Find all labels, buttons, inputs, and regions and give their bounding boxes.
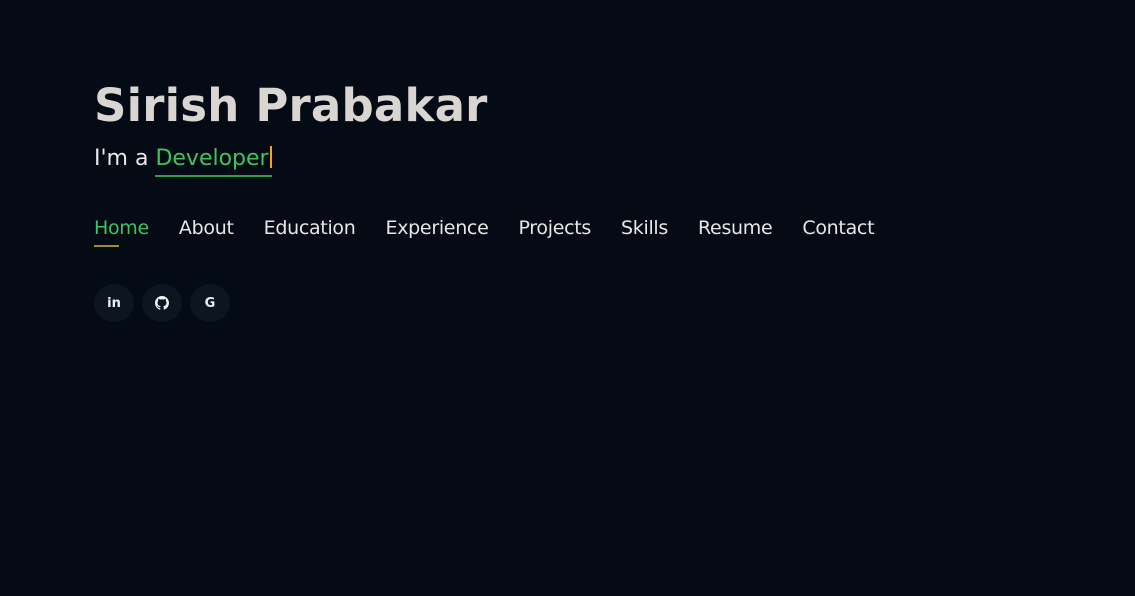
linkedin-button[interactable]: in: [94, 284, 134, 322]
nav-home[interactable]: Home: [94, 214, 149, 247]
github-icon: [155, 296, 169, 310]
nav-contact[interactable]: Contact: [802, 214, 874, 242]
hero: Sirish Prabakar I'm a Developer: [94, 76, 488, 177]
typed-role-text: Developer: [155, 146, 269, 171]
google-button[interactable]: G: [190, 284, 230, 322]
github-button[interactable]: [142, 284, 182, 322]
social-links: in G: [94, 284, 230, 322]
linkedin-icon: in: [107, 295, 121, 311]
google-icon: G: [204, 295, 216, 311]
main-nav: Home About Education Experience Projects…: [94, 214, 875, 247]
nav-education[interactable]: Education: [264, 214, 356, 242]
nav-resume[interactable]: Resume: [698, 214, 773, 242]
typed-role: Developer: [155, 146, 272, 177]
nav-about[interactable]: About: [179, 214, 234, 242]
nav-experience[interactable]: Experience: [386, 214, 489, 242]
page-title: Sirish Prabakar: [94, 79, 488, 132]
tagline-prefix: I'm a: [94, 146, 149, 171]
nav-skills[interactable]: Skills: [621, 214, 668, 242]
nav-projects[interactable]: Projects: [518, 214, 591, 242]
typing-cursor: [269, 146, 272, 168]
tagline: I'm a Developer: [94, 144, 488, 177]
